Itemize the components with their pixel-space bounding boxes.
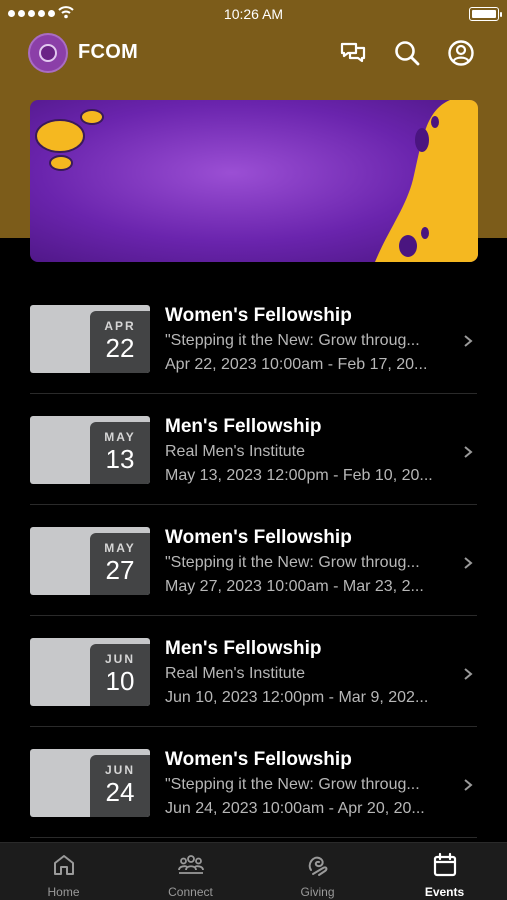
status-bar: 10:26 AM [0,0,507,28]
date-day: 22 [105,333,135,363]
event-thumbnail: JUN 10 [30,638,150,706]
event-thumbnail: MAY 13 [30,416,150,484]
event-title: Women's Fellowship [165,305,352,326]
profile-icon[interactable] [446,38,476,68]
app-logo[interactable] [28,33,68,73]
chevron-right-icon [464,668,473,680]
event-title: Women's Fellowship [165,527,352,548]
event-title: Women's Fellowship [165,749,352,770]
chevron-right-icon [464,779,473,791]
date-badge: JUN 10 [90,644,150,706]
giving-icon [308,856,327,876]
app-title: FCOM [78,41,139,63]
event-datetime: Jun 10, 2023 12:00pm - Mar 9, 202... [165,689,429,706]
event-row[interactable]: JUN 24 Women's Fellowship "Stepping it t… [0,727,507,838]
calendar-icon [433,852,456,877]
event-title: Men's Fellowship [165,638,322,659]
event-subtitle: "Stepping it the New: Grow throug... [165,776,420,793]
date-day: 24 [105,777,135,807]
event-row[interactable]: MAY 13 Men's Fellowship Real Men's Insti… [0,394,507,505]
event-subtitle: Real Men's Institute [165,665,306,682]
date-month: JUN [104,652,135,666]
tab-label: Home [47,885,80,899]
date-month: MAY [104,430,136,444]
event-thumbnail: APR 22 [30,305,150,373]
event-datetime: Jun 24, 2023 10:00am - Apr 20, 20... [165,800,425,817]
status-time: 10:26 AM [223,6,284,22]
event-datetime: Apr 22, 2023 10:00am - Feb 17, 20... [165,356,428,373]
event-datetime: May 27, 2023 10:00am - Mar 23, 2... [165,578,424,595]
tab-label: Giving [300,885,335,899]
event-subtitle: "Stepping it the New: Grow throug... [165,554,420,571]
chevron-right-icon [464,446,473,458]
event-row[interactable]: APR 22 Women's Fellowship "Stepping it t… [0,283,507,394]
date-month: MAY [104,541,136,555]
tab-connect[interactable]: Connect [127,843,254,900]
date-day: 13 [105,444,135,474]
date-month: JUN [104,763,135,777]
event-thumbnail: MAY 27 [30,527,150,595]
search-icon[interactable] [392,38,422,68]
event-subtitle: "Stepping it the New: Grow throug... [165,332,420,349]
event-title: Men's Fellowship [165,416,322,437]
date-badge: APR 22 [90,311,150,373]
tab-home[interactable]: Home [0,843,127,900]
date-badge: MAY 13 [90,422,150,484]
events-list: APR 22 Women's Fellowship "Stepping it t… [0,283,507,838]
app-header: FCOM [0,30,507,76]
tab-label: Events [424,885,465,899]
featured-banner[interactable] [30,100,478,262]
tab-bar: Home Connect Giving Events [0,842,507,900]
event-row[interactable]: JUN 10 Men's Fellowship Real Men's Insti… [0,616,507,727]
chevron-right-icon [464,557,473,569]
chat-icon[interactable] [338,38,368,68]
event-subtitle: Real Men's Institute [165,443,306,460]
banner-art [35,100,478,262]
event-datetime: May 13, 2023 12:00pm - Feb 10, 20... [165,467,433,484]
battery-icon [469,7,502,21]
date-day: 27 [105,555,135,585]
tab-events[interactable]: Events [381,843,507,900]
date-month: APR [104,319,136,333]
date-badge: MAY 27 [90,533,150,595]
people-icon [177,855,204,874]
date-day: 10 [105,666,135,696]
home-icon [53,855,74,875]
chevron-right-icon [464,335,473,347]
tab-giving[interactable]: Giving [254,843,381,900]
date-badge: JUN 24 [90,755,150,817]
event-thumbnail: JUN 24 [30,749,150,817]
divider [30,837,477,838]
tab-label: Connect [168,885,213,899]
event-row[interactable]: MAY 27 Women's Fellowship "Stepping it t… [0,505,507,616]
